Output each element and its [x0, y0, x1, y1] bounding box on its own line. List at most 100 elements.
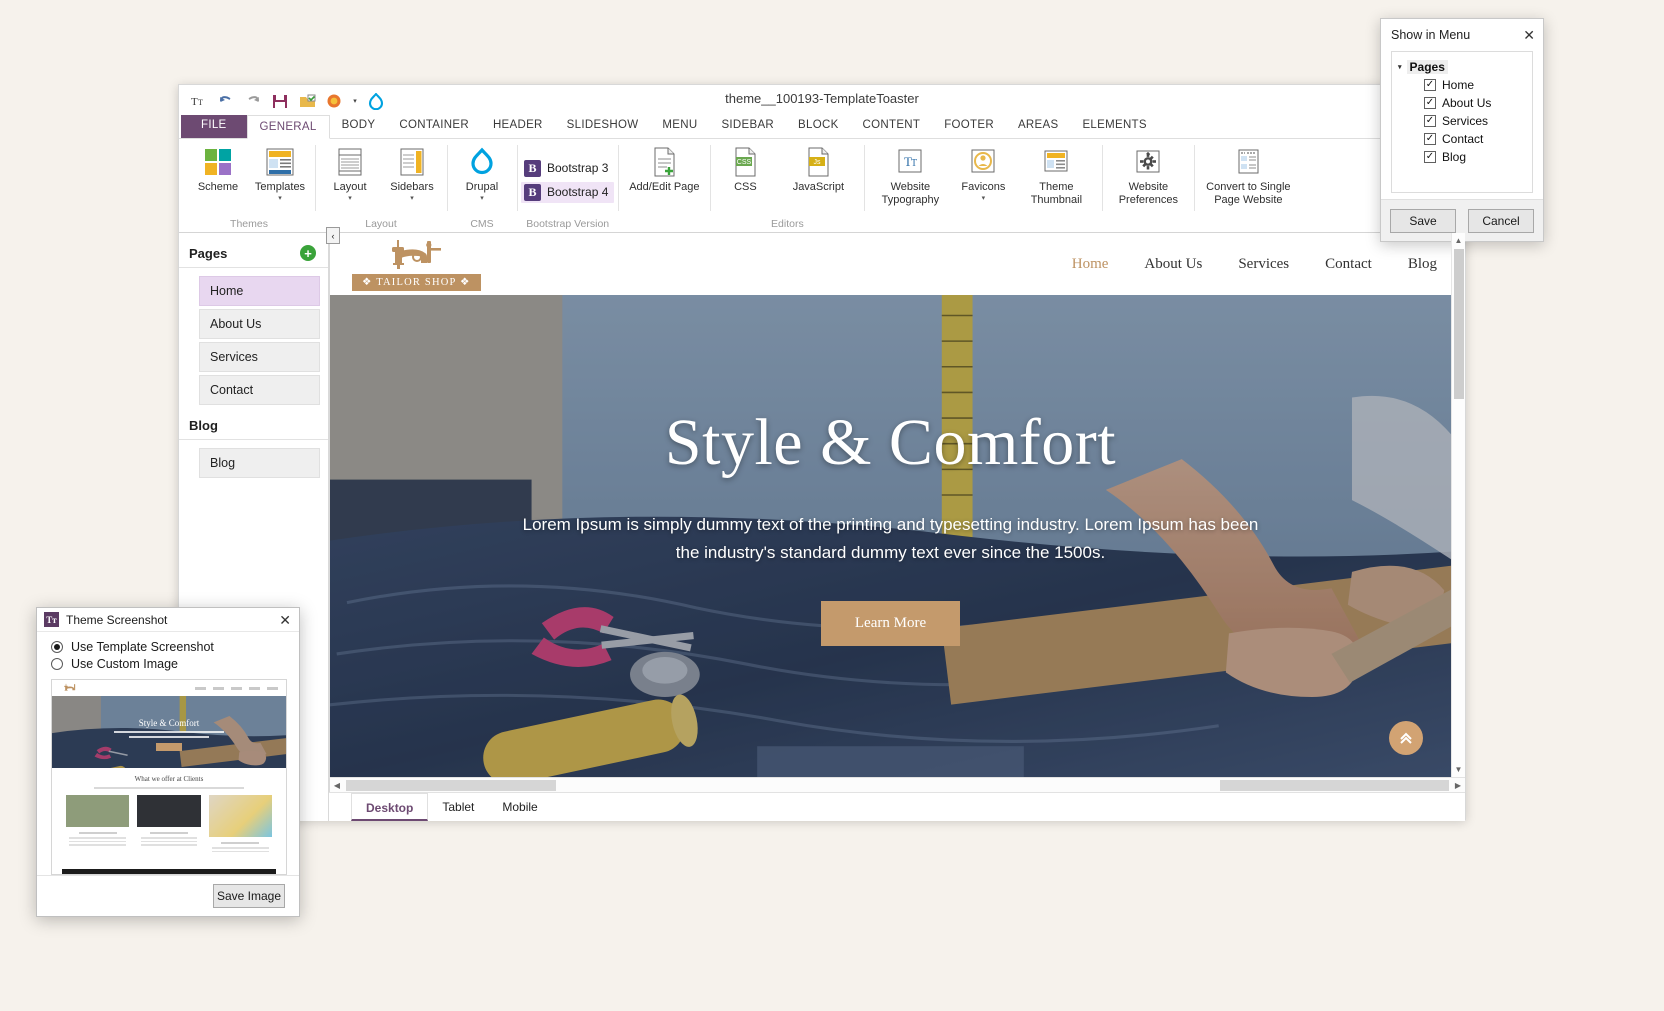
preview-horizontal-scrollbar[interactable]: ◀ ▶ — [329, 777, 1465, 792]
typography-icon[interactable]: TT — [187, 90, 211, 112]
scroll-left-arrow-icon[interactable]: ◀ — [330, 781, 344, 790]
save-button[interactable]: Save — [1390, 209, 1456, 233]
undo-icon[interactable] — [214, 90, 238, 112]
ribbon-tab-content[interactable]: CONTENT — [851, 114, 933, 138]
preview-vertical-scrollbar[interactable]: ▲ ▼ — [1451, 233, 1465, 777]
tree-item-contact[interactable]: ✓ Contact — [1424, 132, 1526, 146]
javascript-button[interactable]: Js JavaScript — [776, 143, 860, 194]
website-typography-button[interactable]: T T Website Typography — [868, 143, 952, 206]
ribbon-tab-body[interactable]: BODY — [330, 114, 388, 138]
ribbon-tab-sidebar[interactable]: SIDEBAR — [709, 114, 786, 138]
scheme-button[interactable]: Scheme — [187, 143, 249, 194]
site-nav-blog[interactable]: Blog — [1408, 256, 1437, 273]
sidebars-caret-icon[interactable]: ▾ — [410, 195, 414, 202]
cancel-button[interactable]: Cancel — [1468, 209, 1534, 233]
single-page-icon — [1231, 145, 1265, 179]
favicons-caret-icon[interactable]: ▾ — [982, 195, 986, 202]
checkbox-services[interactable]: ✓ — [1424, 115, 1436, 127]
page-item-home[interactable]: Home — [199, 276, 320, 306]
close-icon[interactable]: ✕ — [279, 613, 291, 627]
radio-custom-image[interactable] — [51, 658, 63, 670]
site-nav-home[interactable]: Home — [1072, 256, 1109, 273]
ribbon-tab-elements[interactable]: ELEMENTS — [1070, 114, 1158, 138]
checkbox-contact[interactable]: ✓ — [1424, 133, 1436, 145]
mini-nav-item — [195, 687, 206, 690]
device-tab-desktop[interactable]: Desktop — [351, 793, 428, 821]
add-page-icon[interactable]: + — [300, 245, 316, 261]
ribbon-tab-menu[interactable]: MENU — [650, 114, 709, 138]
page-item-services[interactable]: Services — [199, 342, 320, 372]
radio-template-screenshot[interactable] — [51, 641, 63, 653]
option-use-template-screenshot[interactable]: Use Template Screenshot — [51, 640, 287, 654]
device-tab-tablet[interactable]: Tablet — [428, 793, 488, 821]
site-logo[interactable]: ❖ TAILOR SHOP ❖ — [352, 237, 481, 291]
checkbox-home[interactable]: ✓ — [1424, 79, 1436, 91]
logo-text: ❖ TAILOR SHOP ❖ — [352, 274, 481, 291]
ribbon-tab-footer[interactable]: FOOTER — [932, 114, 1006, 138]
scroll-up-arrow-icon[interactable]: ▲ — [1455, 233, 1463, 248]
collapse-panel-button[interactable]: ‹ — [326, 227, 340, 244]
save-image-button[interactable]: Save Image — [213, 884, 285, 908]
bootstrap-4-label: Bootstrap 4 — [547, 185, 608, 199]
horizontal-scroll-thumb-right[interactable] — [1220, 780, 1449, 791]
vertical-scroll-thumb[interactable] — [1454, 249, 1464, 399]
export-icon[interactable] — [295, 90, 319, 112]
convert-single-page-button[interactable]: Convert to Single Page Website — [1198, 143, 1298, 206]
drupal-caret-icon[interactable]: ▾ — [480, 195, 484, 202]
tree-item-home[interactable]: ✓ Home — [1424, 78, 1526, 92]
layout-caret-icon[interactable]: ▾ — [348, 195, 352, 202]
site-nav-contact[interactable]: Contact — [1325, 256, 1372, 273]
page-item-contact[interactable]: Contact — [199, 375, 320, 405]
css-button[interactable]: CSS CSS — [714, 143, 776, 194]
save-icon[interactable] — [268, 90, 292, 112]
bootstrap-4-option[interactable]: B Bootstrap 4 — [521, 182, 614, 203]
site-header: ❖ TAILOR SHOP ❖ Home About Us Services C… — [330, 233, 1465, 295]
checkbox-about-us[interactable]: ✓ — [1424, 97, 1436, 109]
option-use-custom-image[interactable]: Use Custom Image — [51, 657, 287, 671]
ribbon-tab-header[interactable]: HEADER — [481, 114, 555, 138]
horizontal-scroll-thumb-left[interactable] — [346, 780, 556, 791]
sewing-machine-icon — [381, 237, 451, 273]
scroll-down-arrow-icon[interactable]: ▼ — [1455, 762, 1463, 777]
theme-thumbnail-button[interactable]: Theme Thumbnail — [1014, 143, 1098, 206]
page-item-blog[interactable]: Blog — [199, 448, 320, 478]
layout-button[interactable]: Layout ▾ — [319, 143, 381, 202]
drupal-icon[interactable] — [364, 90, 388, 112]
tree-item-services[interactable]: ✓ Services — [1424, 114, 1526, 128]
gear-icon — [1131, 145, 1165, 179]
bootstrap-badge-icon: B — [524, 184, 541, 201]
site-nav-services[interactable]: Services — [1238, 256, 1289, 273]
checkbox-blog[interactable]: ✓ — [1424, 151, 1436, 163]
close-icon[interactable]: ✕ — [1523, 28, 1535, 42]
drupal-button[interactable]: Drupal ▾ — [451, 143, 513, 202]
templates-caret-icon[interactable]: ▾ — [278, 195, 282, 202]
ribbon-tab-block[interactable]: BLOCK — [786, 114, 851, 138]
site-nav-about-us[interactable]: About Us — [1144, 256, 1202, 273]
sidebars-button[interactable]: Sidebars ▾ — [381, 143, 443, 202]
show-in-menu-dialog-header: Show in Menu ✕ — [1381, 19, 1543, 51]
tree-item-about-us[interactable]: ✓ About Us — [1424, 96, 1526, 110]
page-item-about-us[interactable]: About Us — [199, 309, 320, 339]
ribbon-tab-file[interactable]: FILE — [181, 114, 247, 138]
ribbon-tab-areas[interactable]: AREAS — [1006, 114, 1071, 138]
add-edit-page-button[interactable]: Add/Edit Page — [622, 143, 706, 194]
redo-icon[interactable] — [241, 90, 265, 112]
tree-root-pages[interactable]: ▾ Pages — [1398, 60, 1526, 74]
ribbon-tab-general[interactable]: GENERAL — [247, 115, 330, 139]
bootstrap-3-option[interactable]: B Bootstrap 3 — [521, 158, 614, 179]
scroll-right-arrow-icon[interactable]: ▶ — [1451, 781, 1465, 790]
ribbon-group-convert: Convert to Single Page Website — [1194, 139, 1302, 233]
tree-expand-icon[interactable]: ▾ — [1398, 63, 1402, 71]
firefox-preview-icon[interactable] — [322, 90, 346, 112]
templates-button[interactable]: Templates ▾ — [249, 143, 311, 202]
ribbon-group-bootstrap-label: Bootstrap Version — [521, 216, 614, 233]
ribbon-tab-container[interactable]: CONTAINER — [387, 114, 481, 138]
device-tab-mobile[interactable]: Mobile — [488, 793, 551, 821]
learn-more-button[interactable]: Learn More — [821, 601, 960, 646]
ribbon-tab-slideshow[interactable]: SLIDESHOW — [555, 114, 651, 138]
scroll-to-top-icon[interactable] — [1389, 721, 1423, 755]
website-preferences-button[interactable]: Website Preferences — [1106, 143, 1190, 206]
tree-item-blog[interactable]: ✓ Blog — [1424, 150, 1526, 164]
browser-dropdown-caret[interactable]: ▾ — [349, 90, 361, 112]
favicons-button[interactable]: Favicons ▾ — [952, 143, 1014, 202]
